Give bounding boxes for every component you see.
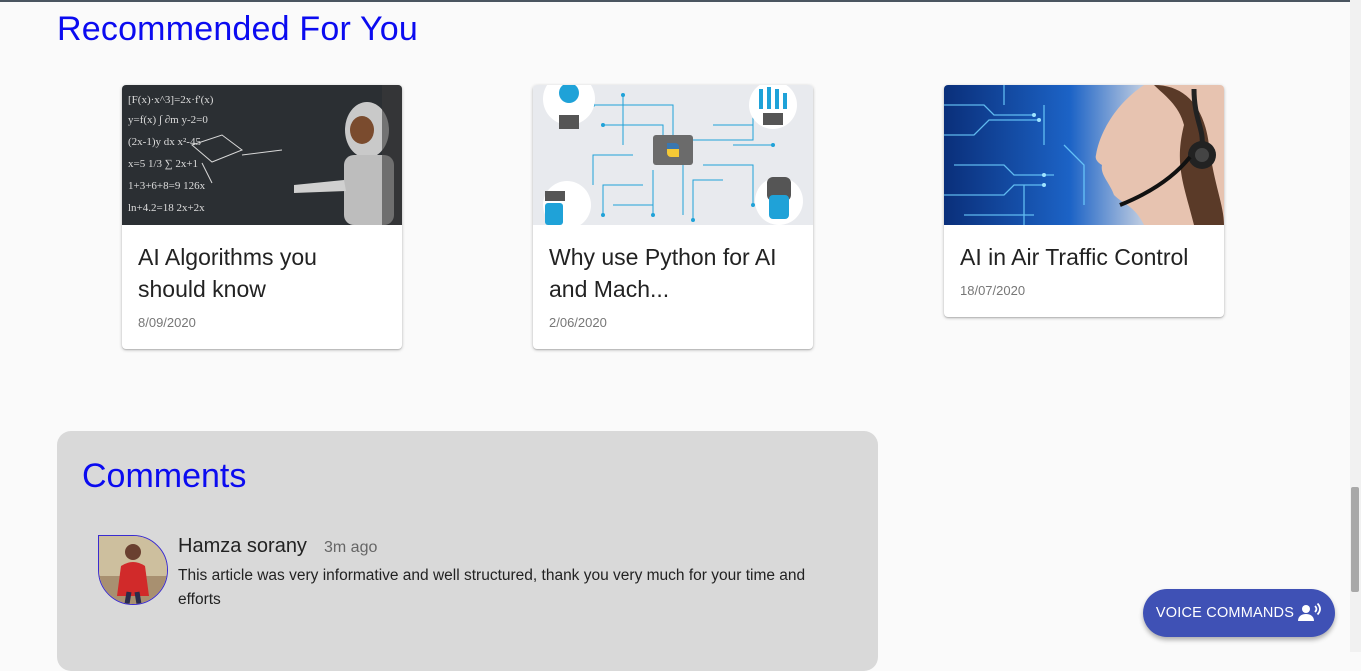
svg-text:(2x-1)y dx x²-45: (2x-1)y dx x²-45 bbox=[128, 136, 201, 148]
comments-heading: Comments bbox=[82, 457, 247, 495]
card-image-headset bbox=[944, 85, 1224, 225]
comment-text: This article was very informative and we… bbox=[178, 567, 806, 608]
card-image-robot: [F(x)·x^3]=2x·f'(x) y=f(x) ∫ ∂m y-2=0 (2… bbox=[122, 85, 402, 225]
card-title-line: Why use Python for AI bbox=[549, 244, 777, 270]
card-date: 2/06/2020 bbox=[549, 315, 607, 330]
card-title-line: AI in Air Traffic Control bbox=[960, 244, 1189, 270]
avatar bbox=[98, 535, 168, 605]
comment-author: Hamza sorany bbox=[178, 535, 307, 557]
scrollbar-thumb[interactable] bbox=[1351, 487, 1359, 592]
voice-commands-label: VOICE COMMANDS bbox=[1155, 605, 1295, 621]
card-date: 18/07/2020 bbox=[960, 283, 1026, 298]
recommended-heading: Recommended For You bbox=[57, 10, 419, 48]
recommended-card[interactable]: [F(x)·x^3]=2x·f'(x) y=f(x) ∫ ∂m y-2=0 (2… bbox=[122, 85, 402, 349]
svg-text:[F(x)·x^3]=2x·f'(x): [F(x)·x^3]=2x·f'(x) bbox=[128, 94, 214, 106]
svg-text:y=f(x) ∫ ∂m y-2=0: y=f(x) ∫ ∂m y-2=0 bbox=[128, 114, 208, 126]
recommended-card[interactable]: Why use Python for AI and Mach... 2/06/2… bbox=[533, 85, 813, 349]
comment-time: 3m ago bbox=[324, 539, 378, 556]
card-image-python bbox=[533, 85, 813, 225]
card-title-line: and Mach... bbox=[549, 276, 670, 302]
voice-commands-button[interactable]: VOICE COMMANDS bbox=[1143, 589, 1335, 637]
scrollbar[interactable] bbox=[1350, 0, 1361, 652]
voice-person-icon bbox=[1298, 603, 1321, 621]
svg-text:x=5 1/3 ∑ 2x+1: x=5 1/3 ∑ 2x+1 bbox=[128, 158, 198, 170]
card-title: Why use Python for AI and Mach... bbox=[549, 241, 797, 305]
svg-text:1+3+6+8=9 126x: 1+3+6+8=9 126x bbox=[128, 180, 206, 192]
comments-section: Comments Hamza sorany 3m ago This articl… bbox=[57, 431, 878, 671]
card-title-line: should know bbox=[138, 276, 266, 302]
card-title-line: AI Algorithms you bbox=[138, 244, 317, 270]
avatar-image bbox=[99, 536, 167, 604]
card-title: AI in Air Traffic Control bbox=[960, 241, 1208, 273]
top-divider bbox=[0, 0, 1350, 2]
svg-text:ln+4.2=18 2x+2x: ln+4.2=18 2x+2x bbox=[128, 202, 205, 214]
card-date: 8/09/2020 bbox=[138, 315, 196, 330]
card-title: AI Algorithms you should know bbox=[138, 241, 386, 305]
recommended-card[interactable]: AI in Air Traffic Control 18/07/2020 bbox=[944, 85, 1224, 317]
